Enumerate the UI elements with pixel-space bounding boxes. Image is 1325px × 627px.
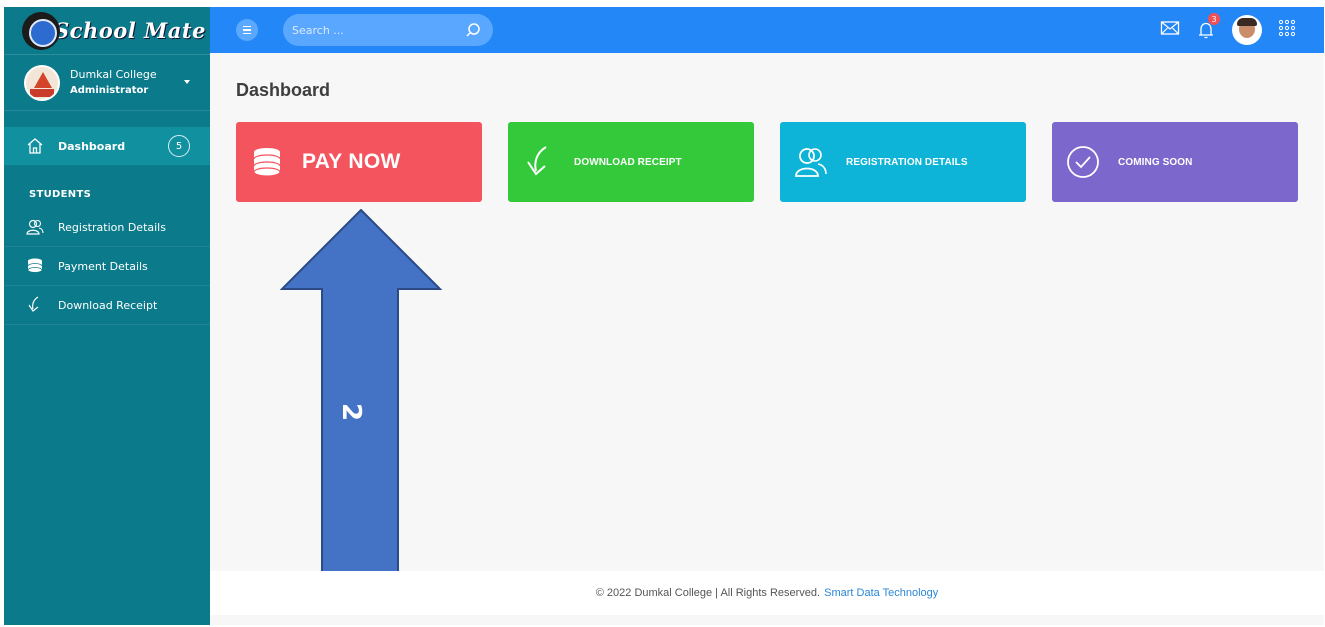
notifications-button[interactable]: 3 bbox=[1196, 13, 1220, 40]
footer-copyright: © 2022 Dumkal College | All Rights Reser… bbox=[595, 587, 821, 599]
sidebar-item-payment-details[interactable]: Payment Details bbox=[4, 247, 210, 286]
coming-soon-card[interactable]: COMING SOON bbox=[1052, 122, 1298, 202]
download-icon bbox=[522, 145, 556, 179]
profile-panel[interactable]: Dumkal College Administrator bbox=[4, 55, 210, 111]
dashboard-count-badge: 5 bbox=[168, 135, 190, 157]
sidebar-item-label: Payment Details bbox=[58, 259, 148, 273]
logo[interactable]: School Mate bbox=[4, 7, 210, 55]
coins-icon bbox=[26, 257, 44, 275]
sidebar: School Mate Dumkal College Administrator… bbox=[4, 7, 210, 625]
coins-icon bbox=[250, 145, 284, 179]
footer-company-link[interactable]: Smart Data Technology bbox=[824, 587, 938, 599]
app-frame: School Mate Dumkal College Administrator… bbox=[4, 7, 1324, 625]
section-title-students: STUDENTS bbox=[29, 189, 92, 200]
mail-icon[interactable] bbox=[1160, 20, 1180, 40]
globe-logo-icon bbox=[22, 11, 60, 50]
search-input[interactable] bbox=[283, 14, 493, 46]
user-avatar[interactable] bbox=[1232, 15, 1262, 45]
home-icon bbox=[26, 137, 44, 155]
sidebar-item-registration-details[interactable]: Registration Details bbox=[4, 208, 210, 247]
download-icon bbox=[26, 296, 44, 314]
card-label: COMING SOON bbox=[1118, 156, 1193, 168]
annotation-step-label: 2 bbox=[336, 402, 367, 422]
check-circle-icon bbox=[1066, 145, 1100, 179]
card-label: REGISTRATION DETAILS bbox=[846, 156, 968, 168]
topbar: 3 bbox=[210, 7, 1324, 53]
notification-count-badge: 3 bbox=[1208, 13, 1220, 25]
card-label: DOWNLOAD RECEIPT bbox=[574, 156, 682, 168]
page-title: Dashboard bbox=[236, 80, 331, 100]
profile-role: Administrator bbox=[70, 84, 149, 96]
annotation-arrow bbox=[280, 209, 442, 574]
footer: © 2022 Dumkal College | All Rights Reser… bbox=[210, 571, 1324, 615]
menu-toggle-button[interactable] bbox=[236, 19, 258, 41]
sidebar-item-label: Dashboard bbox=[58, 139, 126, 153]
caret-down-icon[interactable] bbox=[184, 80, 190, 84]
apps-grid-icon[interactable] bbox=[1278, 19, 1296, 41]
search-box bbox=[283, 14, 493, 46]
sidebar-item-label: Registration Details bbox=[58, 220, 166, 234]
logo-text: School Mate bbox=[54, 18, 206, 43]
pay-now-card[interactable]: PAY NOW bbox=[236, 122, 482, 202]
topbar-actions: 3 bbox=[1160, 13, 1296, 46]
sidebar-item-dashboard[interactable]: Dashboard 5 bbox=[4, 127, 210, 165]
card-label: PAY NOW bbox=[302, 150, 401, 173]
users-icon bbox=[26, 218, 44, 236]
sidebar-item-download-receipt[interactable]: Download Receipt bbox=[4, 286, 210, 325]
download-receipt-card[interactable]: DOWNLOAD RECEIPT bbox=[508, 122, 754, 202]
registration-details-card[interactable]: REGISTRATION DETAILS bbox=[780, 122, 1026, 202]
search-icon[interactable] bbox=[465, 22, 481, 38]
profile-name: Dumkal College bbox=[70, 67, 157, 81]
sidebar-item-label: Download Receipt bbox=[58, 298, 158, 312]
college-avatar bbox=[24, 64, 60, 101]
users-icon bbox=[794, 145, 828, 179]
